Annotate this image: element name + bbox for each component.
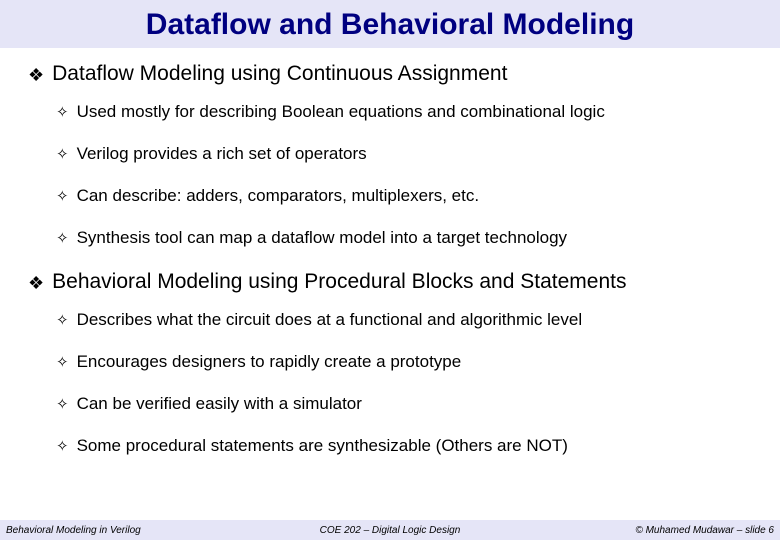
slide-body: ❖ Dataflow Modeling using Continuous Ass…	[0, 48, 780, 458]
list-item: ✧ Can be verified easily with a simulato…	[56, 394, 752, 416]
diamond-solid-icon: ❖	[28, 62, 44, 88]
diamond-open-icon: ✧	[56, 394, 69, 416]
list-item: ✧ Verilog provides a rich set of operato…	[56, 144, 752, 166]
item-text: Synthesis tool can map a dataflow model …	[77, 228, 567, 248]
slide-footer: Behavioral Modeling in Verilog COE 202 –…	[0, 520, 780, 540]
diamond-solid-icon: ❖	[28, 270, 44, 296]
item-text: Encourages designers to rapidly create a…	[77, 352, 462, 372]
diamond-open-icon: ✧	[56, 352, 69, 374]
list-item: ✧ Some procedural statements are synthes…	[56, 436, 752, 458]
title-band: Dataflow and Behavioral Modeling	[0, 0, 780, 48]
list-item: ✧ Describes what the circuit does at a f…	[56, 310, 752, 332]
diamond-open-icon: ✧	[56, 102, 69, 124]
list-item: ✧ Synthesis tool can map a dataflow mode…	[56, 228, 752, 250]
diamond-open-icon: ✧	[56, 228, 69, 250]
item-text: Can be verified easily with a simulator	[77, 394, 362, 414]
diamond-open-icon: ✧	[56, 310, 69, 332]
list-item: ✧ Can describe: adders, comparators, mul…	[56, 186, 752, 208]
item-text: Some procedural statements are synthesiz…	[77, 436, 568, 456]
list-item: ✧ Used mostly for describing Boolean equ…	[56, 102, 752, 124]
section-heading: ❖ Dataflow Modeling using Continuous Ass…	[28, 62, 752, 88]
item-text: Used mostly for describing Boolean equat…	[77, 102, 605, 122]
footer-left: Behavioral Modeling in Verilog	[6, 525, 262, 536]
list-item: ✧ Encourages designers to rapidly create…	[56, 352, 752, 374]
heading-text: Dataflow Modeling using Continuous Assig…	[52, 62, 507, 86]
slide-title: Dataflow and Behavioral Modeling	[0, 8, 780, 42]
item-text: Can describe: adders, comparators, multi…	[77, 186, 480, 206]
item-text: Verilog provides a rich set of operators	[77, 144, 367, 164]
section-heading: ❖ Behavioral Modeling using Procedural B…	[28, 270, 752, 296]
heading-text: Behavioral Modeling using Procedural Blo…	[52, 270, 626, 294]
diamond-open-icon: ✧	[56, 144, 69, 166]
diamond-open-icon: ✧	[56, 436, 69, 458]
diamond-open-icon: ✧	[56, 186, 69, 208]
footer-center: COE 202 – Digital Logic Design	[262, 525, 518, 536]
footer-right: © Muhamed Mudawar – slide 6	[518, 525, 774, 536]
item-text: Describes what the circuit does at a fun…	[77, 310, 583, 330]
